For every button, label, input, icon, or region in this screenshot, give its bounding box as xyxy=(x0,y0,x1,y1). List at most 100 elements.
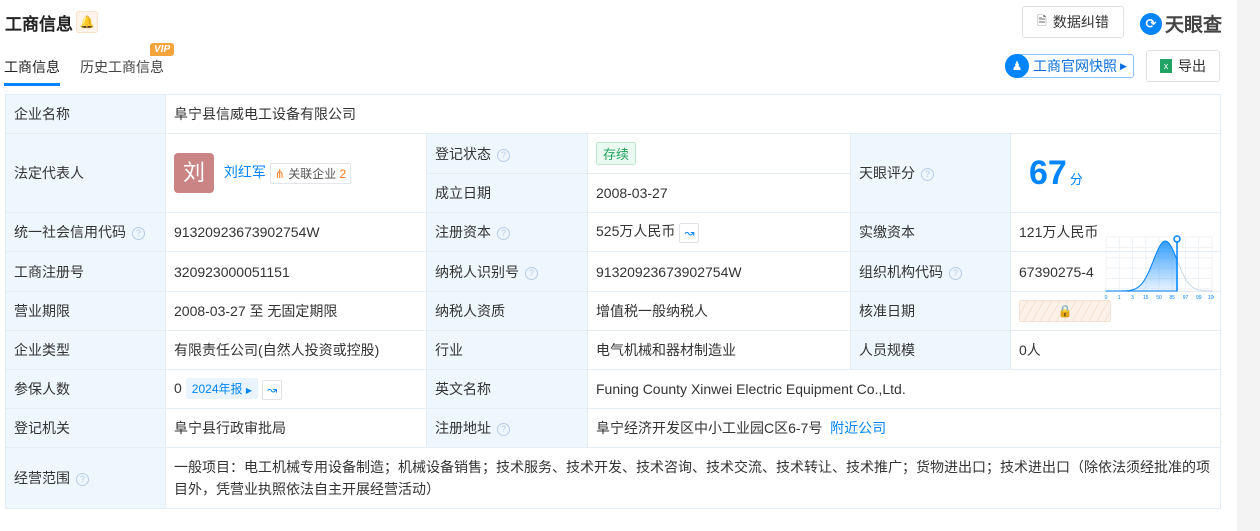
label: 实缴资本 xyxy=(850,212,1011,252)
vip-badge: VIP xyxy=(150,43,175,56)
brand-logo: ⟳ 天眼查 xyxy=(1140,10,1222,37)
help-icon[interactable]: ? xyxy=(497,423,510,436)
scope-label: 经营范围 xyxy=(14,470,70,486)
network-icon: ⋔ xyxy=(274,166,285,181)
bell-icon[interactable]: 🔔 xyxy=(76,11,98,33)
label: 行业 xyxy=(426,330,588,370)
help-icon[interactable]: ? xyxy=(949,266,962,280)
page-title: 工商信息 xyxy=(5,15,73,34)
label: 登记状态? xyxy=(426,133,588,174)
label: 天眼评分? xyxy=(850,133,1011,213)
help-icon[interactable]: ? xyxy=(921,168,934,181)
org-code-label: 组织机构代码 xyxy=(859,263,943,280)
lock-icon[interactable]: 🔒 xyxy=(1019,300,1111,322)
company-name: 阜宁县信威电工设备有限公司 xyxy=(164,94,1222,134)
label: 营业期限 xyxy=(5,291,166,331)
score-area xyxy=(1105,239,1178,291)
reg-capital-cell: 525万人民币 ↝ xyxy=(587,212,851,252)
snapshot-button[interactable]: ♟ 工商官网快照 ▶ xyxy=(1005,54,1134,78)
tick-label: 97 xyxy=(1182,295,1188,301)
tab-business-info[interactable]: 工商信息 xyxy=(4,57,60,86)
tick-label: 50 xyxy=(1156,295,1162,301)
help-icon[interactable]: ? xyxy=(497,227,510,240)
label: 核准日期 xyxy=(850,291,1011,331)
label: 工商注册号 xyxy=(5,251,166,292)
related-count: 2 xyxy=(339,166,347,181)
excel-icon: x xyxy=(1160,59,1172,73)
reg-capital-label: 注册资本 xyxy=(435,224,491,240)
label: 注册地址? xyxy=(426,408,588,448)
tick-label: 15 xyxy=(1142,295,1148,301)
label: 注册资本? xyxy=(426,212,588,252)
label: 企业类型 xyxy=(5,330,166,370)
label: 组织机构代码? xyxy=(850,251,1011,292)
business-term: 2008-03-27 至 无固定期限 xyxy=(165,291,427,331)
score-unit: 分 xyxy=(1069,171,1083,187)
status-badge: 存续 xyxy=(596,142,637,165)
tab-history-info[interactable]: 历史工商信息 xyxy=(80,57,164,77)
taxpayer-id-label: 纳税人识别号 xyxy=(435,263,519,280)
taxpayer-id: 91320923673902754W xyxy=(587,251,851,292)
status-cell: 存续 xyxy=(587,133,851,174)
english-name: Funing County Xinwei Electric Equipment … xyxy=(586,369,1222,409)
score-marker xyxy=(1172,234,1181,243)
label: 法定代表人 xyxy=(5,133,166,213)
trend-chart-icon[interactable]: ↝ xyxy=(262,379,282,400)
tick-label: 3 xyxy=(1131,295,1134,301)
related-companies-button[interactable]: ⋔ 关联企业 2 xyxy=(269,162,352,184)
data-correction-button[interactable]: 🗎 数据纠错 xyxy=(1022,6,1124,38)
registration-authority: 阜宁县行政审批局 xyxy=(165,408,427,448)
annual-report-button[interactable]: 2024年报 ▶ xyxy=(185,378,258,400)
score-distribution-chart: 0 1 3 15 50 85 97 99 100 xyxy=(1104,234,1214,301)
export-button[interactable]: x 导出 xyxy=(1146,50,1220,82)
address-cell: 阜宁经济开发区中小工业园C区6-7号 附近公司 xyxy=(586,408,1222,448)
company-type: 有限责任公司(自然人投资或控股) xyxy=(165,330,427,370)
tick-label: 100 xyxy=(1207,295,1213,301)
label: 成立日期 xyxy=(426,173,588,213)
tick-label: 0 xyxy=(1104,295,1107,301)
label: 经营范围? xyxy=(5,447,166,509)
legal-rep-link[interactable]: 刘红军 xyxy=(224,164,266,180)
label: 英文名称 xyxy=(426,369,588,409)
score-value: 67 xyxy=(1029,153,1067,192)
logo-icon: ⟳ xyxy=(1140,12,1162,35)
legal-rep-cell: 刘 刘红军 ⋔ 关联企业 2 xyxy=(165,133,427,213)
label: 企业名称 xyxy=(5,94,166,134)
scrollbar[interactable] xyxy=(1237,0,1260,531)
business-info-table: 企业名称 阜宁县信威电工设备有限公司 法定代表人 刘 刘红军 ⋔ 关联企业 2 … xyxy=(5,94,1222,509)
label: 纳税人资质 xyxy=(426,291,588,331)
caret-right-icon: ▶ xyxy=(245,386,252,396)
caret-right-icon: ▶ xyxy=(1120,60,1127,71)
tick-label: 1 xyxy=(1117,295,1120,301)
label: 纳税人识别号? xyxy=(426,251,588,292)
related-label: 关联企业 xyxy=(288,166,337,181)
score-label: 天眼评分 xyxy=(859,165,915,181)
reg-capital: 525万人民币 xyxy=(596,223,676,240)
address: 阜宁经济开发区中小工业园C区6-7号 xyxy=(596,420,823,436)
brand-name: 天眼查 xyxy=(1165,15,1223,36)
business-scope: 一般项目：电工机械专用设备制造；机械设备销售；技术服务、技术开发、技术咨询、技术… xyxy=(164,447,1222,509)
label: 人员规模 xyxy=(850,330,1011,370)
label: 统一社会信用代码? xyxy=(5,212,166,252)
reg-no: 320923000051151 xyxy=(165,251,427,292)
score-cell: 67分 0 1 3 15 50 85 97 99 100 xyxy=(1009,133,1222,301)
status-label: 登记状态 xyxy=(435,145,491,162)
report-label: 2024年报 xyxy=(191,382,243,397)
address-label: 注册地址 xyxy=(435,420,491,436)
nearby-companies-link[interactable]: 附近公司 xyxy=(830,420,886,436)
stamp-icon: ♟ xyxy=(1005,54,1029,78)
help-icon[interactable]: ? xyxy=(76,473,89,486)
tick-label: 99 xyxy=(1195,295,1201,301)
help-icon[interactable]: ? xyxy=(132,227,145,240)
credit-code-label: 统一社会信用代码 xyxy=(14,224,126,240)
label: 登记机关 xyxy=(5,408,166,448)
document-icon: 🗎 xyxy=(1037,13,1047,28)
taxpayer-qualification: 增值税一般纳税人 xyxy=(587,291,851,331)
trend-chart-icon[interactable]: ↝ xyxy=(679,222,700,243)
avatar: 刘 xyxy=(174,153,214,193)
insured-cell: 0 2024年报 ▶ ↝ xyxy=(165,369,427,409)
credit-code: 91320923673902754W xyxy=(165,212,427,252)
help-icon[interactable]: ? xyxy=(525,266,538,280)
industry: 电气机械和器材制造业 xyxy=(587,330,851,370)
help-icon[interactable]: ? xyxy=(497,148,510,162)
